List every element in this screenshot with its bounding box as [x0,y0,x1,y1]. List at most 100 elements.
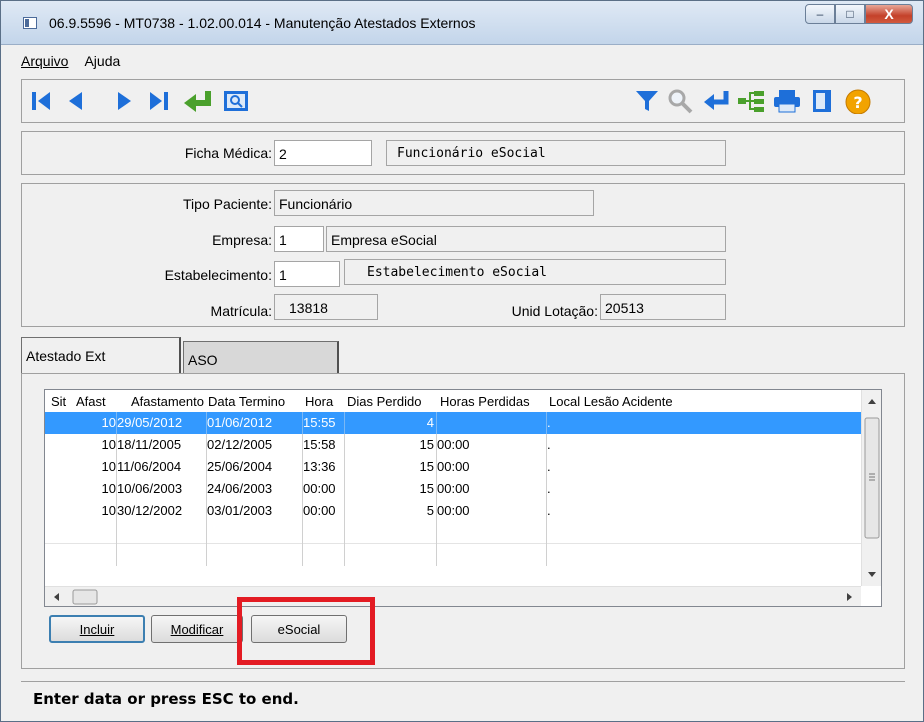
cell-horas: 00:00 [437,456,547,478]
last-record-icon[interactable] [148,88,170,114]
table-row[interactable]: 10 11/06/2004 25/06/2004 13:36 15 00:00 … [45,456,861,478]
estabelecimento-name: Estabelecimento eSocial [344,259,726,285]
menu-ajuda[interactable]: Ajuda [84,53,120,69]
col-afastamento[interactable]: Afastamento [131,394,204,409]
application-window: 06.9.5596 - MT0738 - 1.02.00.014 - Manut… [0,0,924,722]
empty-row [45,522,861,544]
cell-sit: 10 [45,456,117,478]
tipo-paciente-field[interactable]: Funcionário [274,190,594,216]
exit-door-icon[interactable] [810,88,834,114]
cell-sit: 10 [45,478,117,500]
return-icon[interactable] [182,88,216,114]
cell-dias: 15 [345,456,437,478]
col-sit[interactable]: Sit [51,394,66,409]
col-data-termino[interactable]: Data Termino [208,394,285,409]
cell-sit: 10 [45,500,117,522]
scroll-right-arrow-icon [847,593,852,601]
empty-cell [117,544,207,566]
ficha-medica-input[interactable]: 2 [274,140,372,166]
cell-dias: 15 [345,434,437,456]
toolbar: ? [21,79,905,123]
scroll-down-arrow-icon [868,572,876,577]
filter-icon[interactable] [634,88,660,114]
search-screen-icon[interactable] [222,88,250,114]
close-button[interactable]: X [865,4,913,24]
cell-local: . [547,415,551,430]
incluir-label: Incluir [79,621,115,637]
table-row[interactable]: 10 30/12/2002 03/01/2003 00:00 5 00:00 . [45,500,861,522]
modificar-label: Modificar [170,621,224,637]
help-icon[interactable]: ? [844,88,872,114]
grid-header: Sit Afast Afastamento Data Termino Hora … [45,390,861,412]
cell-termino: 02/12/2005 [207,434,303,456]
tree-icon[interactable] [736,88,766,114]
window-controls: – □ X [805,4,913,24]
cell-afastamento: 11/06/2004 [117,456,207,478]
cell-afastamento: 30/12/2002 [117,500,207,522]
table-row[interactable]: 10 18/11/2005 02/12/2005 15:58 15 00:00 … [45,434,861,456]
cell-hora: 00:00 [303,478,345,500]
empty-cell [437,544,547,566]
tab-aso[interactable]: ASO [183,341,339,377]
cell-horas [437,412,547,434]
maximize-button[interactable]: □ [835,4,865,24]
empty-cell [345,544,437,566]
cell-local: . [547,481,551,496]
empty-cell [207,544,303,566]
col-horas-perdidas[interactable]: Horas Perdidas [440,394,530,409]
cell-local: . [547,459,551,474]
print-icon[interactable] [772,88,802,114]
estabelecimento-code-input[interactable]: 1 [274,261,340,287]
col-local-lesao[interactable]: Local Lesão Acidente [549,394,673,409]
cell-termino: 01/06/2012 [207,412,303,434]
empty-cell [303,522,345,544]
magnifier-icon[interactable] [666,88,694,114]
cell-dias: 5 [345,500,437,522]
unid-lotacao-label: Unid Lotação: [511,303,598,319]
empty-cell [437,522,547,544]
col-hora[interactable]: Hora [305,394,333,409]
unid-lotacao-field[interactable]: 20513 [600,294,726,320]
minimize-button[interactable]: – [805,4,835,24]
tipo-paciente-label: Tipo Paciente: [183,196,272,212]
svg-text:?: ? [853,93,862,112]
table-row[interactable]: 10 10/06/2003 24/06/2003 00:00 15 00:00 … [45,478,861,500]
menu-arquivo[interactable]: Arquivo [21,53,68,69]
cell-horas: 00:00 [437,478,547,500]
empty-row [45,544,861,566]
empty-cell [117,522,207,544]
table-row[interactable]: 10 29/05/2012 01/06/2012 15:55 4 . [45,412,861,434]
highlight-box [237,597,375,665]
matricula-field[interactable]: 13818 [274,294,378,320]
details-panel: Tipo Paciente: Funcionário Empresa: 1 Em… [21,183,905,327]
col-dias-perdido[interactable]: Dias Perdido [347,394,421,409]
status-bar: Enter data or press ESC to end. [21,681,905,717]
ficha-medica-label: Ficha Médica: [184,145,272,161]
cell-hora: 15:55 [303,412,345,434]
cell-afastamento: 29/05/2012 [117,412,207,434]
modificar-button[interactable]: Modificar [151,615,243,643]
title-bar[interactable]: 06.9.5596 - MT0738 - 1.02.00.014 - Manut… [1,1,923,45]
tab-atestado-ext[interactable]: Atestado Ext [21,337,181,375]
col-afast[interactable]: Afast [76,394,106,409]
cell-sit: 10 [45,412,117,434]
previous-record-icon[interactable] [66,88,84,114]
next-record-icon[interactable] [116,88,134,114]
first-record-icon[interactable] [30,88,52,114]
matricula-label: Matrícula: [210,303,272,319]
cell-hora: 13:36 [303,456,345,478]
empresa-name: Empresa eSocial [326,226,726,252]
enter-icon[interactable] [702,88,732,114]
cell-horas: 00:00 [437,434,547,456]
empty-cell [45,544,117,566]
atestados-grid[interactable]: Sit Afast Afastamento Data Termino Hora … [44,389,882,607]
horizontal-scrollbar[interactable] [45,586,861,606]
cell-afastamento: 10/06/2003 [117,478,207,500]
empresa-code-input[interactable]: 1 [274,226,324,252]
cell-local: . [547,437,551,452]
vscroll-graphic [864,399,880,577]
incluir-button[interactable]: Incluir [49,615,145,643]
vertical-scrollbar[interactable] [861,390,881,586]
empty-cell [207,522,303,544]
estabelecimento-label: Estabelecimento: [164,267,272,283]
